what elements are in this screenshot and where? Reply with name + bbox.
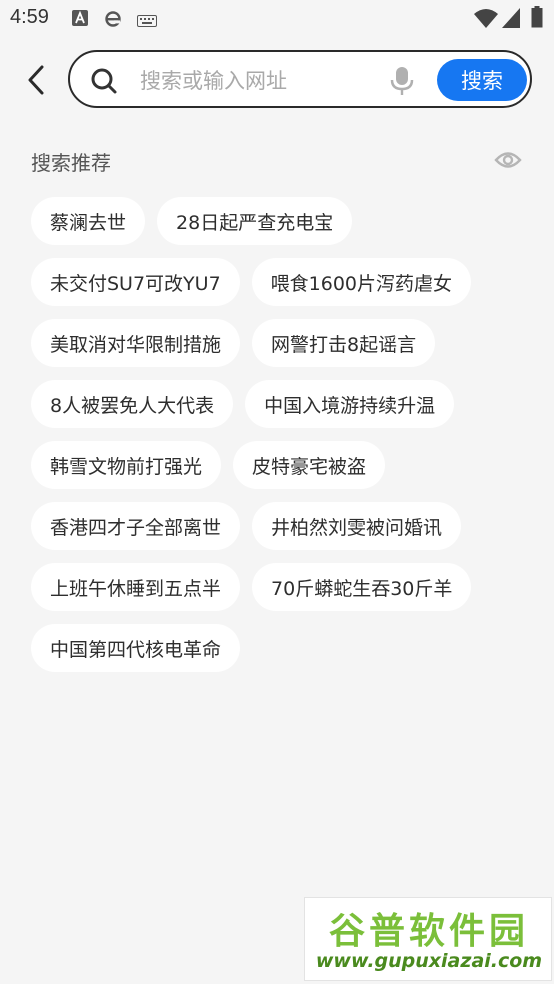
battery-icon <box>531 6 543 32</box>
recommend-tag[interactable]: 中国入境游持续升温 <box>245 380 455 428</box>
status-time: 4:59 <box>10 6 49 28</box>
eye-icon[interactable] <box>494 148 522 176</box>
recommend-tag[interactable]: 未交付SU7可改YU7 <box>31 258 240 306</box>
recommend-tag-list: 蔡澜去世 28日起严查充电宝 未交付SU7可改YU7 喂食1600片泻药虐女 美… <box>31 197 531 672</box>
recommend-tag[interactable]: 蔡澜去世 <box>31 197 146 245</box>
recommend-tag[interactable]: 喂食1600片泻药虐女 <box>251 258 472 306</box>
recommend-tag[interactable]: 中国第四代核电革命 <box>31 624 241 672</box>
watermark: 谷普软件园 www.gupuxiazai.com <box>304 897 552 981</box>
signal-icon <box>502 8 520 32</box>
recommend-tag[interactable]: 网警打击8起谣言 <box>252 319 436 367</box>
recommend-tag[interactable]: 井柏然刘雯被问婚讯 <box>252 502 462 550</box>
text-a-icon <box>72 10 88 30</box>
recommend-tag[interactable]: 上班午休睡到五点半 <box>31 563 241 611</box>
keyboard-icon <box>137 12 157 31</box>
recommend-tag[interactable]: 香港四才子全部离世 <box>31 502 241 550</box>
search-icon <box>90 67 118 99</box>
recommend-tag[interactable]: 8人被罢免人大代表 <box>31 380 234 428</box>
recommend-tag[interactable]: 皮特豪宅被盗 <box>233 441 386 489</box>
microphone-icon[interactable] <box>390 66 414 100</box>
search-button[interactable]: 搜索 <box>437 59 527 101</box>
ie-browser-icon <box>104 10 122 32</box>
section-title: 搜索推荐 <box>31 151 111 175</box>
wifi-icon <box>474 8 498 32</box>
chevron-left-icon <box>28 65 44 95</box>
recommend-tag[interactable]: 28日起严查充电宝 <box>157 197 353 245</box>
recommend-tag[interactable]: 70斤蟒蛇生吞30斤羊 <box>252 563 472 611</box>
watermark-title: 谷普软件园 <box>328 911 529 952</box>
status-bar: 4:59 <box>0 0 554 38</box>
search-bar: 搜索 <box>68 50 532 108</box>
search-input[interactable] <box>138 62 382 100</box>
watermark-url: www.gupuxiazai.com <box>315 950 543 972</box>
recommend-tag[interactable]: 韩雪文物前打强光 <box>31 441 222 489</box>
back-button[interactable] <box>18 60 54 100</box>
recommend-tag[interactable]: 美取消对华限制措施 <box>31 319 241 367</box>
